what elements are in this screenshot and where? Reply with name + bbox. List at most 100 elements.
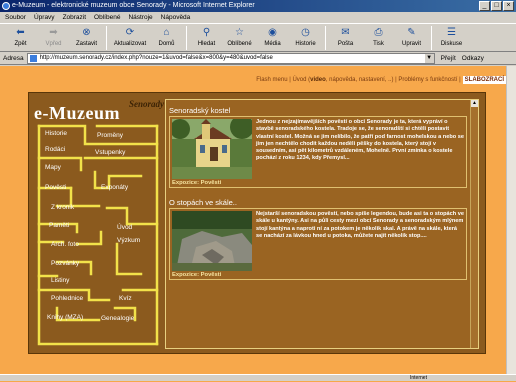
window-title: e-Muzeum - elektronické muzeum obce Seno… xyxy=(12,2,255,9)
menu-oblibene[interactable]: Oblíbené xyxy=(94,12,120,23)
page-icon xyxy=(29,54,37,62)
toolbar-label: Domů xyxy=(158,41,175,47)
search-icon: ⚲ xyxy=(202,27,211,38)
stories-scrollbar[interactable]: ▲ xyxy=(470,100,478,348)
links-button[interactable]: Odkazy xyxy=(462,55,484,62)
toolbar-search-button[interactable]: ⚲ Hledat xyxy=(190,24,223,52)
maze-item-promeny[interactable]: Proměny xyxy=(97,132,123,139)
forward-arrow-icon: ➡ xyxy=(49,27,58,38)
toolbar-label: Tisk xyxy=(373,41,384,47)
accessible-version-button[interactable]: SLABOZRACÍ xyxy=(462,76,506,84)
go-button[interactable]: Přejít xyxy=(441,55,456,62)
page-scrollbar[interactable] xyxy=(506,66,516,374)
close-button[interactable]: × xyxy=(503,1,514,11)
toolbar-separator xyxy=(186,26,187,50)
maze-item-mapy[interactable]: Mapy xyxy=(45,164,61,171)
scroll-up-icon[interactable]: ▲ xyxy=(471,100,478,107)
toolbar-forward-arrow-button[interactable]: ➡ Vpřed xyxy=(37,24,70,52)
top-links: Flash menu | Úvod (video, nápověda, nast… xyxy=(256,76,506,84)
maze-item-vyzkum[interactable]: Výzkum xyxy=(117,237,140,244)
story-text: Nejstarší senoradskou pověstí, nebo spíš… xyxy=(256,211,464,239)
story-title[interactable]: O stopách ve skále.. xyxy=(169,198,467,208)
maze-item-pozvanky[interactable]: Pozvánky xyxy=(51,260,79,267)
toolbar-label: Pošta xyxy=(337,41,354,47)
maze-item-uvod[interactable]: Úvod xyxy=(117,224,132,231)
site-logo: e-Muzeum xyxy=(34,103,120,123)
toolbar-history-button[interactable]: ◷ Historie xyxy=(289,24,322,52)
toolbar-label: Upravit xyxy=(401,41,421,47)
toolbar-separator xyxy=(325,26,326,50)
museum-frame: Senorady e-Muzeum Historie Proměny Rodác… xyxy=(28,92,486,354)
toolbar-stop-button[interactable]: ⊗ Zastavit xyxy=(70,24,103,52)
story-exposition[interactable]: Expozice: Pověsti xyxy=(172,272,221,278)
maze-item-exponaty[interactable]: Exponáty xyxy=(101,184,128,191)
story-exposition[interactable]: Expozice: Pověsti xyxy=(172,180,221,186)
story-body: Nejstarší senoradskou pověstí, nebo spíš… xyxy=(169,208,467,280)
toolbar-separator xyxy=(431,26,432,50)
church-photo xyxy=(172,119,252,179)
browser-window: e-Muzeum - elektronické muzeum obce Seno… xyxy=(0,0,516,381)
flash-menu-prefix[interactable]: Flash menu | Úvod ( xyxy=(256,77,310,83)
toolbar-print-button[interactable]: ⎙ Tisk xyxy=(362,24,395,52)
maze-item-arch-foto[interactable]: Arch. foto xyxy=(51,241,79,248)
favorites-icon: ☆ xyxy=(235,27,244,38)
maze-item-rodaci[interactable]: Rodáci xyxy=(45,146,65,153)
maze-item-povesti[interactable]: Pověsti xyxy=(45,184,66,191)
address-label: Adresa xyxy=(3,54,24,62)
history-icon: ◷ xyxy=(301,27,310,38)
maze-item-listiny[interactable]: Listiny xyxy=(51,277,69,284)
mail-icon: ✉ xyxy=(341,27,350,38)
edit-icon: ✎ xyxy=(407,27,416,38)
story-card: O stopách ve skále.. Nejstarší senoradsk… xyxy=(169,198,467,280)
toolbar-edit-button[interactable]: ✎ Upravit xyxy=(395,24,428,52)
toolbar-label: Aktualizovat xyxy=(113,41,147,47)
menu-napoveda[interactable]: Nápověda xyxy=(161,12,191,23)
story-card: Senoradský kostel Jednou z nejzajímavějš… xyxy=(169,106,467,188)
maze-item-pameti[interactable]: Paměti xyxy=(49,222,69,229)
ie-logo-icon xyxy=(2,2,10,10)
menu-soubor[interactable]: Soubor xyxy=(5,12,26,23)
window-controls: _ □ × xyxy=(479,1,514,11)
navigation-maze: Historie Proměny Rodáci Vstupenky Mapy P… xyxy=(37,124,159,346)
toolbar-label: Historie xyxy=(295,41,316,47)
title-bar: e-Muzeum - elektronické muzeum obce Seno… xyxy=(0,0,516,12)
toolbar-home-button[interactable]: ⌂ Domů xyxy=(150,24,183,52)
toolbar-discuss-button[interactable]: ☰ Diskuse xyxy=(435,24,468,52)
toolbar-refresh-button[interactable]: ⟳ Aktualizovat xyxy=(110,24,150,52)
story-title[interactable]: Senoradský kostel xyxy=(169,106,467,116)
back-arrow-icon: ⬅ xyxy=(16,27,25,38)
rock-photo xyxy=(172,211,252,271)
toolbar-separator xyxy=(106,26,107,50)
maze-item-knihy-mza[interactable]: Knihy (MZA) xyxy=(47,314,83,321)
maze-item-kviz[interactable]: Kvíz xyxy=(119,295,132,302)
address-url: http://muzeum.senorady.cz/index.php?nouz… xyxy=(39,55,273,61)
maze-item-pohlednice[interactable]: Pohlednice xyxy=(51,295,83,302)
maximize-button[interactable]: □ xyxy=(491,1,502,11)
home-icon: ⌂ xyxy=(163,27,170,38)
logo-subtitle: Senorady xyxy=(129,99,165,109)
address-input[interactable]: http://muzeum.senorady.cz/index.php?nouz… xyxy=(26,52,435,64)
toolbar-label: Vpřed xyxy=(45,41,62,47)
maze-item-vstupenky[interactable]: Vstupenky xyxy=(95,149,125,156)
maze-item-historie[interactable]: Historie xyxy=(45,130,67,137)
toolbar-label: Zastavit xyxy=(75,41,97,47)
menu-nastroje[interactable]: Nástroje xyxy=(128,12,152,23)
toolbar-mail-button[interactable]: ✉ Pošta xyxy=(329,24,362,52)
maze-item-genealogie[interactable]: Genealogie xyxy=(101,315,134,322)
media-icon: ◉ xyxy=(268,27,277,38)
toolbar-back-arrow-button[interactable]: ⬅ Zpět xyxy=(4,24,37,52)
minimize-button[interactable]: _ xyxy=(479,1,490,11)
toolbar-media-button[interactable]: ◉ Média xyxy=(256,24,289,52)
toolbar-label: Hledat xyxy=(197,41,216,47)
toolbar: ⬅ Zpět ➡ Vpřed ⊗ Zastavit ⟳ Aktualizovat ⌂ Domů ⚲ H… xyxy=(0,23,516,52)
address-dropdown-icon[interactable]: ▼ xyxy=(424,53,434,63)
maze-item-z-kronik[interactable]: Z kronik xyxy=(51,204,74,211)
flash-menu-suffix[interactable]: , nápověda, nastavení, ..) | Problémy s … xyxy=(326,77,461,83)
refresh-icon: ⟳ xyxy=(125,27,135,38)
menu-upravy[interactable]: Úpravy xyxy=(34,12,55,23)
video-link[interactable]: video xyxy=(310,77,326,83)
toolbar-favorites-button[interactable]: ☆ Oblíbené xyxy=(223,24,256,52)
toolbar-label: Zpět xyxy=(14,41,27,47)
toolbar-label: Média xyxy=(264,41,281,47)
menu-zobrazit[interactable]: Zobrazit xyxy=(63,12,86,23)
